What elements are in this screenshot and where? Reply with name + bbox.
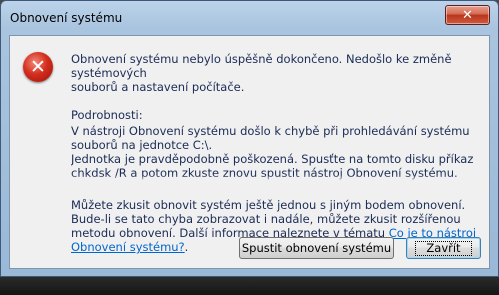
main-message: Obnovení systému nebylo úspěšně dokončen… — [71, 52, 481, 94]
start-restore-button[interactable]: Spustit obnovení systému — [239, 237, 394, 259]
main-message-line1: Obnovení systému nebylo úspěšně dokončen… — [71, 52, 452, 80]
title-bar[interactable]: Obnovení systému ✕ — [1, 1, 498, 35]
window-close-button[interactable]: ✕ — [445, 5, 490, 25]
close-label: Zavřít — [415, 240, 472, 256]
error-icon: ✕ — [23, 52, 53, 82]
details-text-1: V nástroji Obnovení systému došlo k chyb… — [71, 124, 470, 152]
info-suffix: . — [184, 240, 189, 254]
start-restore-label: Spustit obnovení systému — [241, 241, 392, 255]
main-message-line2: souborů a nastavení počítače. — [71, 80, 245, 94]
window-title: Obnovení systému — [10, 11, 123, 25]
message-area: Obnovení systému nebylo úspěšně dokončen… — [71, 52, 481, 254]
details-label: Podrobnosti: — [71, 108, 143, 122]
close-button[interactable]: Zavřít — [406, 237, 481, 259]
dialog-content: ✕ Obnovení systému nebylo úspěšně dokonč… — [9, 35, 490, 269]
details-box[interactable]: V nástroji Obnovení systému došlo k chyb… — [71, 124, 477, 182]
close-icon: ✕ — [462, 7, 473, 23]
desktop-background — [0, 277, 499, 295]
dialog-window: Obnovení systému ✕ ✕ Obnovení systému ne… — [0, 0, 499, 277]
